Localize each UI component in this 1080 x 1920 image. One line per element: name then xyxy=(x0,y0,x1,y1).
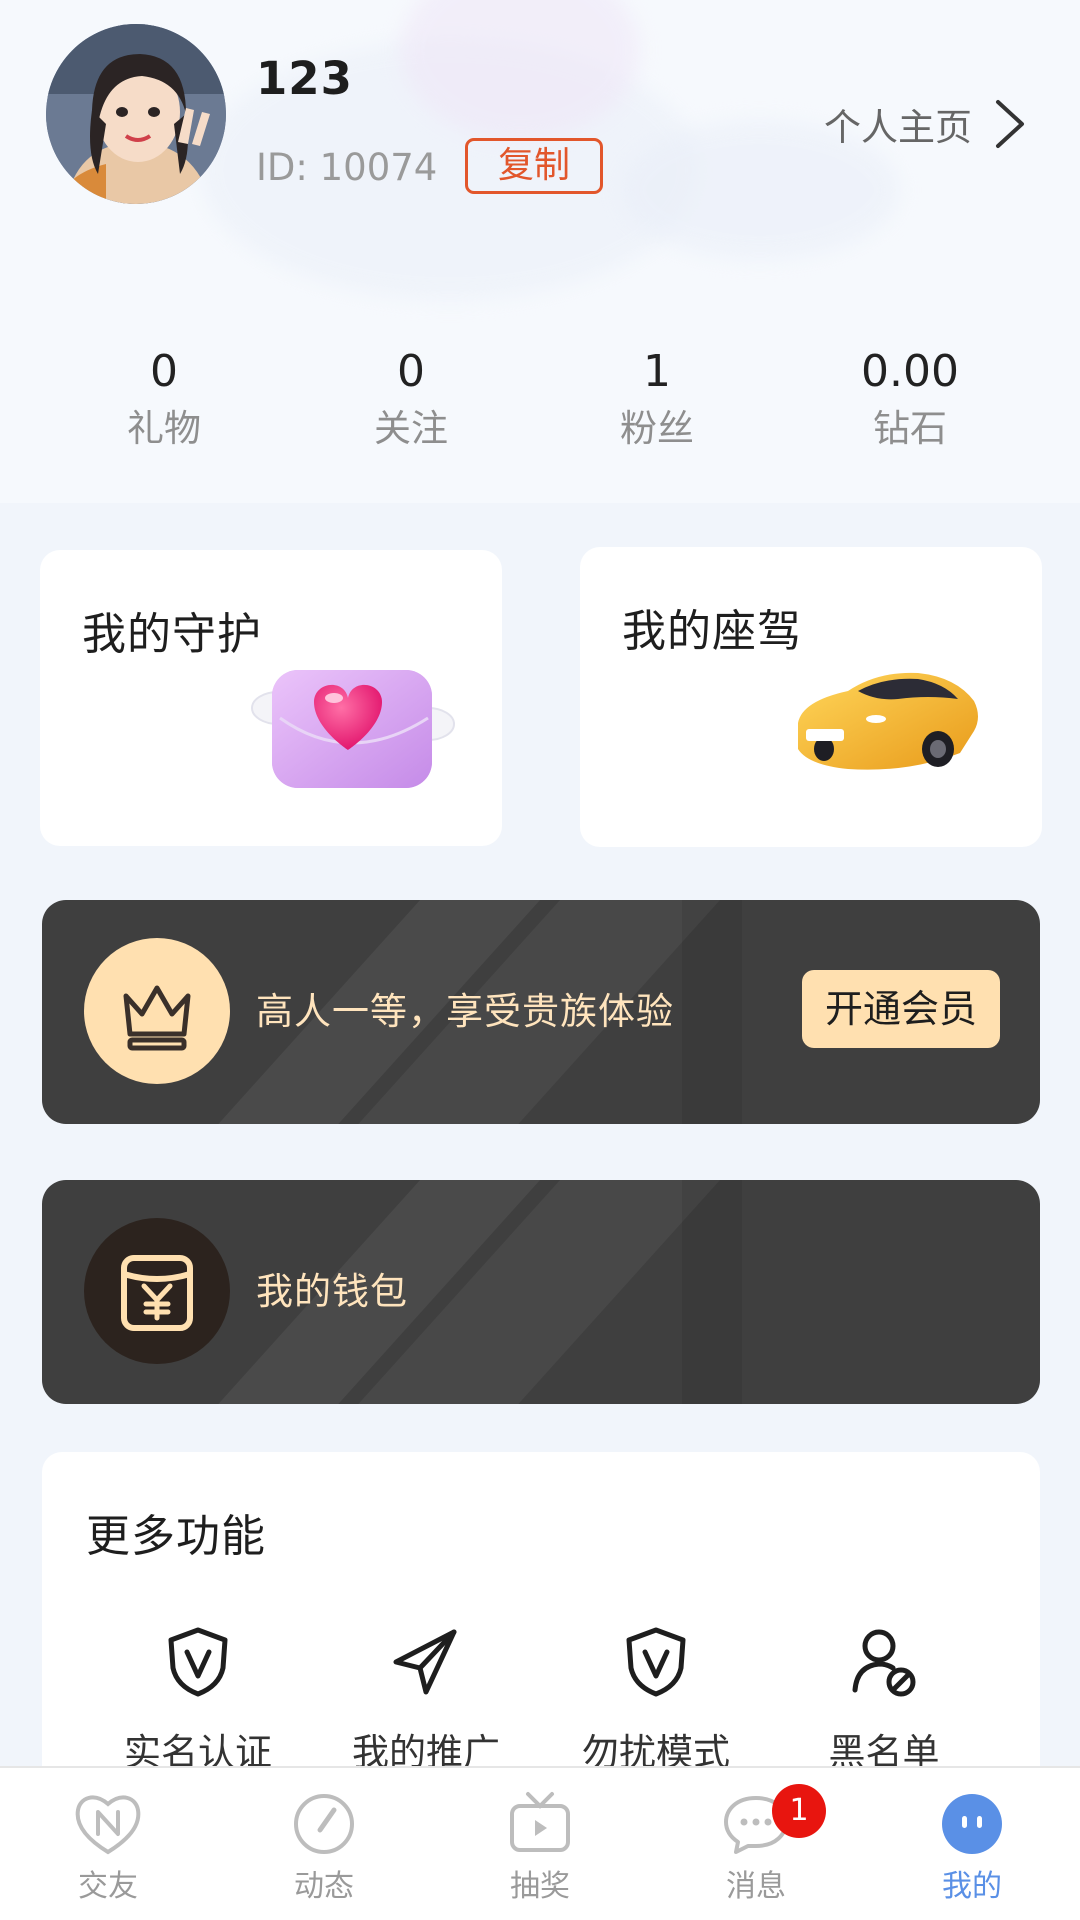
tab-label: 消息 xyxy=(726,1869,786,1904)
wallet-label: 我的钱包 xyxy=(256,1270,408,1313)
paper-plane-icon xyxy=(393,1629,457,1695)
stat-label: 礼物 xyxy=(127,407,201,450)
tab-label: 交友 xyxy=(78,1869,138,1904)
homepage-link[interactable]: 个人主页 xyxy=(824,96,1026,152)
section-title: 更多功能 xyxy=(86,1511,266,1562)
tab-label: 动态 xyxy=(294,1869,354,1904)
heart-envelope-icon xyxy=(251,670,455,788)
stat-fans[interactable]: 1 粉丝 xyxy=(557,342,757,456)
user-block-icon xyxy=(852,1629,916,1697)
func-my-promotion[interactable]: 我的推广 xyxy=(326,1626,526,1778)
stat-value: 0 xyxy=(397,346,425,397)
sports-car-icon xyxy=(798,672,978,770)
stat-label: 粉丝 xyxy=(620,407,694,450)
stat-following[interactable]: 0 关注 xyxy=(311,342,511,456)
shield-v-icon xyxy=(626,1627,686,1697)
chevron-right-icon xyxy=(996,100,1024,148)
homepage-link-label: 个人主页 xyxy=(824,106,972,149)
copy-id-button[interactable]: 复制 xyxy=(465,138,603,194)
unread-badge: 1 xyxy=(772,1784,826,1838)
my-guard-card[interactable]: 我的守护 xyxy=(40,550,502,846)
shield-v-icon xyxy=(168,1627,228,1697)
wallet-icon xyxy=(121,1255,193,1331)
stat-value: 1 xyxy=(643,346,671,397)
my-car-card[interactable]: 我的座驾 xyxy=(580,547,1042,847)
func-blacklist[interactable]: 黑名单 xyxy=(784,1626,984,1778)
vip-banner[interactable]: 高人一等，享受贵族体验 开通会员 xyxy=(42,900,1040,1124)
card-title: 我的守护 xyxy=(82,609,262,660)
username: 123 xyxy=(256,52,353,105)
tab-label: 我的 xyxy=(942,1869,1002,1904)
tab-moments[interactable]: 动态 xyxy=(216,1788,432,1908)
stat-gifts[interactable]: 0 礼物 xyxy=(64,342,264,456)
func-real-name-auth[interactable]: 实名认证 xyxy=(98,1626,298,1778)
wallet-badge xyxy=(84,1218,230,1364)
tab-friends[interactable]: 交友 xyxy=(0,1788,216,1908)
bottom-tab-bar: 交友 动态 抽奖 1 消息 我的 xyxy=(0,1766,1080,1920)
profile-header: 123 ID: 10074 复制 个人主页 0 礼物 0 关注 1 粉丝 0.0 xyxy=(0,0,1080,503)
crown-badge xyxy=(84,938,230,1084)
user-id: ID: 10074 xyxy=(256,146,438,189)
stat-label: 钻石 xyxy=(873,407,947,450)
stat-value: 0 xyxy=(150,346,178,397)
stat-label: 关注 xyxy=(374,407,448,450)
mine-page: 123 ID: 10074 复制 个人主页 0 礼物 0 关注 1 粉丝 0.0 xyxy=(0,0,1080,1920)
avatar[interactable] xyxy=(46,24,226,204)
stat-diamonds[interactable]: 0.00 钻石 xyxy=(810,342,1010,456)
func-do-not-disturb[interactable]: 勿扰模式 xyxy=(556,1626,756,1778)
open-vip-button[interactable]: 开通会员 xyxy=(802,970,1000,1048)
card-title: 我的座驾 xyxy=(622,606,802,657)
stat-value: 0.00 xyxy=(861,346,959,397)
tab-mine[interactable]: 我的 xyxy=(864,1788,1080,1908)
compass-icon xyxy=(294,1794,354,1854)
heart-n-icon xyxy=(75,1795,141,1855)
face-icon xyxy=(942,1794,1002,1854)
wallet-banner[interactable]: 我的钱包 xyxy=(42,1180,1040,1404)
tab-lottery[interactable]: 抽奖 xyxy=(432,1788,648,1908)
crown-icon xyxy=(123,985,191,1051)
vip-slogan: 高人一等，享受贵族体验 xyxy=(256,990,674,1033)
tv-play-icon xyxy=(510,1792,570,1852)
tab-messages[interactable]: 1 消息 xyxy=(648,1784,864,1908)
tab-label: 抽奖 xyxy=(510,1869,570,1904)
